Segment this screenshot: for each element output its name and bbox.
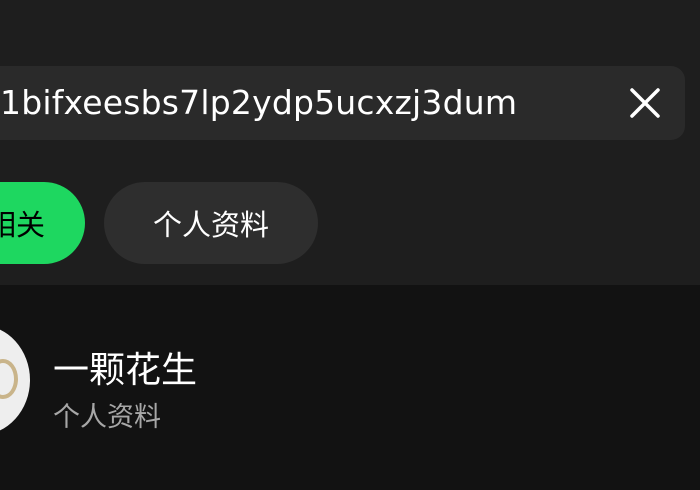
avatar — [0, 325, 30, 435]
close-icon — [630, 88, 660, 118]
avatar-image — [0, 359, 18, 399]
clear-search-button[interactable] — [625, 83, 665, 123]
screen: 1bifxeesbs7lp2ydp5ucxzj3dum 相关 个人资料 一颗花生… — [0, 0, 700, 490]
search-header: 1bifxeesbs7lp2ydp5ucxzj3dum 相关 个人资料 — [0, 0, 700, 285]
filter-chip-label: 相关 — [0, 208, 45, 242]
filter-chip-profiles[interactable]: 个人资料 — [104, 182, 318, 264]
search-input[interactable]: 1bifxeesbs7lp2ydp5ucxzj3dum — [0, 66, 685, 140]
search-query-text: 1bifxeesbs7lp2ydp5ucxzj3dum — [0, 83, 518, 122]
list-item[interactable]: 一颗花生 个人资料 — [0, 315, 700, 445]
filter-chip-label: 个人资料 — [152, 208, 269, 242]
filter-chip-relevant[interactable]: 相关 — [0, 182, 85, 264]
result-subtitle: 个人资料 — [53, 402, 161, 433]
result-title: 一颗花生 — [53, 350, 198, 391]
